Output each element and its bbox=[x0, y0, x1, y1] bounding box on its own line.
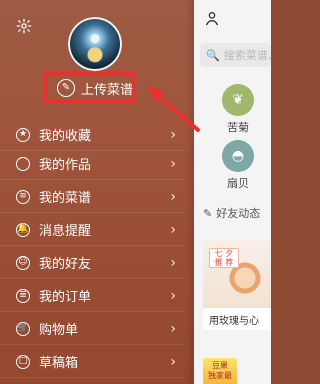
category-item-kuju[interactable]: ❦ 苦菊 bbox=[218, 84, 258, 135]
drawer-item-drafts[interactable]: □ 草稿箱 › bbox=[0, 345, 194, 378]
profile-avatar[interactable] bbox=[68, 17, 122, 71]
drawer-item-shopping-list[interactable]: 🛒 购物单 › bbox=[0, 312, 194, 345]
promo-chip-line2: 独家最 bbox=[208, 371, 232, 380]
star-icon: ★ bbox=[16, 127, 30, 142]
friend-activity-label: 好友动态 bbox=[216, 207, 261, 220]
friend-icon: ☺ bbox=[16, 255, 30, 270]
red-arrow-annotation bbox=[147, 86, 200, 132]
pencil-icon: ✎ bbox=[203, 206, 213, 220]
drawer-item-notifications[interactable]: 🔔 消息提醒 › bbox=[0, 213, 194, 246]
friend-activity-header[interactable]: ✎ 好友动态 bbox=[203, 205, 260, 221]
chevron-right-icon: › bbox=[170, 354, 176, 370]
qixi-badge: 七 夕 推 荐 bbox=[209, 248, 239, 268]
drawer-item-friends[interactable]: ☺ 我的好友 › bbox=[0, 246, 194, 279]
drawer-item-works[interactable]: ⌒ 我的作品 › bbox=[0, 147, 194, 180]
badge-bottom: 推 荐 bbox=[214, 258, 234, 267]
chevron-right-icon: › bbox=[170, 189, 176, 205]
drawer-item-label: 我的好友 bbox=[39, 257, 92, 272]
bell-icon: 🔔 bbox=[16, 222, 30, 237]
chevron-right-icon: › bbox=[170, 255, 176, 271]
drawer-item-recipes[interactable]: ≡ 我的菜谱 › bbox=[0, 180, 194, 213]
drawer-item-orders[interactable]: ≣ 我的订单 › bbox=[0, 279, 194, 312]
cart-icon: 🛒 bbox=[16, 321, 30, 336]
category-item-scallop[interactable]: ◓ 扇贝 bbox=[218, 140, 258, 191]
shell-icon: ◓ bbox=[222, 140, 254, 172]
search-icon: 🔍 bbox=[206, 48, 220, 62]
settings-gear-icon[interactable] bbox=[16, 18, 32, 34]
draft-icon: □ bbox=[16, 354, 30, 369]
leaf-icon: ❦ bbox=[222, 84, 254, 116]
search-placeholder: 搜索菜谱、 bbox=[223, 49, 271, 62]
category-label: 苦菊 bbox=[227, 121, 249, 134]
chevron-right-icon: › bbox=[170, 321, 176, 337]
drawer-item-label: 草稿箱 bbox=[39, 356, 79, 371]
category-label: 扇贝 bbox=[227, 177, 249, 190]
recipe-card[interactable]: 七 夕 推 荐 用玫瑰与心 bbox=[203, 240, 271, 330]
drawer-item-label: 消息提醒 bbox=[39, 224, 92, 239]
drawer-item-label: 我的作品 bbox=[39, 158, 92, 173]
drawer-item-label: 我的订单 bbox=[39, 290, 92, 305]
order-icon: ≣ bbox=[16, 288, 30, 303]
upload-recipe-icon: ✎ bbox=[57, 79, 75, 97]
recipe-caption: 用玫瑰与心 bbox=[209, 316, 259, 327]
recipe-search-bar[interactable]: 🔍 搜索菜谱、 bbox=[200, 43, 271, 67]
chevron-right-icon: › bbox=[170, 288, 176, 304]
user-profile-icon[interactable] bbox=[204, 10, 220, 26]
drawer-item-label: 购物单 bbox=[39, 323, 79, 338]
chevron-right-icon: › bbox=[170, 222, 176, 238]
promo-chip[interactable]: 豆果 独家最 bbox=[203, 358, 237, 384]
book-icon: ≡ bbox=[16, 189, 30, 204]
badge-top: 七 夕 bbox=[214, 249, 234, 258]
promo-chip-line1: 豆果 bbox=[212, 361, 228, 370]
side-drawer: ✎ 上传菜谱 ★ 我的收藏 › ⌒ 我的作品 › ≡ 我的菜谱 › 🔔 消息提醒… bbox=[0, 0, 195, 384]
chevron-right-icon: › bbox=[170, 156, 176, 172]
plate-icon: ⌒ bbox=[16, 156, 30, 171]
upload-recipe-label: 上传菜谱 bbox=[81, 82, 134, 98]
upload-recipe-button[interactable]: ✎ 上传菜谱 bbox=[57, 78, 133, 98]
drawer-item-label: 我的收藏 bbox=[39, 129, 92, 144]
drawer-item-label: 我的菜谱 bbox=[39, 191, 92, 206]
